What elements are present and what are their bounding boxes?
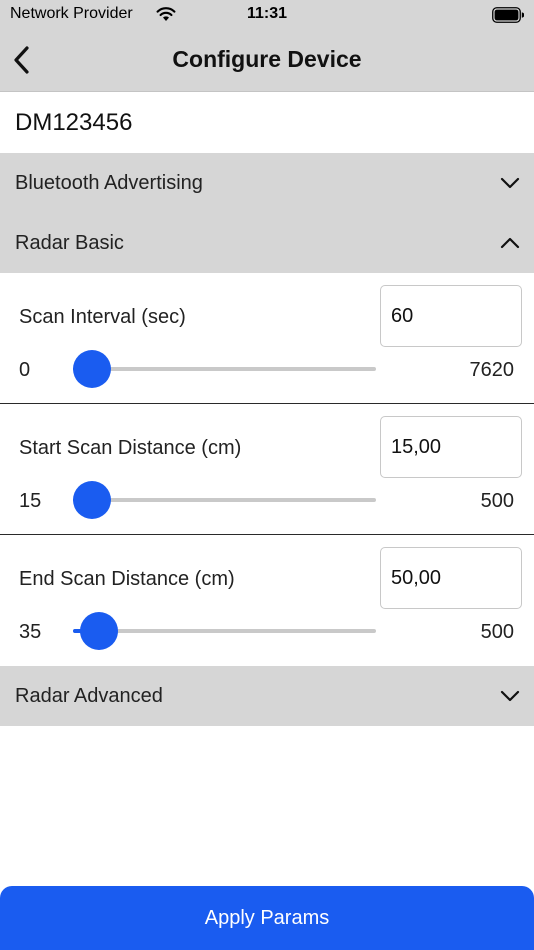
- slider-thumb[interactable]: [79, 612, 118, 650]
- slider-thumb[interactable]: [73, 350, 111, 388]
- section-radar-advanced[interactable]: Radar Advanced: [0, 666, 534, 726]
- device-id: DM123456: [15, 108, 133, 136]
- page-title: Configure Device: [172, 46, 362, 72]
- start-scan-distance-slider[interactable]: [73, 481, 376, 519]
- end-scan-distance-slider[interactable]: [73, 612, 376, 650]
- scan-interval-input[interactable]: [380, 285, 522, 347]
- chevron-down-icon: [500, 177, 520, 189]
- scan-interval-slider[interactable]: [73, 350, 376, 388]
- section-label: Radar Advanced: [15, 684, 163, 707]
- section-label: Bluetooth Advertising: [15, 171, 203, 194]
- battery-full-icon: [492, 7, 524, 23]
- apply-params-button[interactable]: Apply Params: [0, 886, 534, 950]
- start-scan-distance-input[interactable]: [380, 416, 522, 478]
- slider-thumb[interactable]: [73, 481, 111, 519]
- param-label: End Scan Distance (cm): [19, 568, 235, 590]
- param-end-scan-distance: End Scan Distance (cm) 35 500: [0, 535, 534, 666]
- nav-header: Configure Device: [0, 30, 534, 92]
- status-bar: Network Provider 11:31: [0, 0, 534, 30]
- section-radar-basic[interactable]: Radar Basic: [0, 213, 534, 273]
- param-scan-interval: Scan Interval (sec) 0 7620: [0, 273, 534, 404]
- slider-max-label: 7620: [469, 359, 515, 381]
- chevron-down-icon: [500, 690, 520, 702]
- chevron-up-icon: [500, 237, 520, 249]
- end-scan-distance-input[interactable]: [380, 547, 522, 609]
- slider-min-label: 0: [19, 359, 31, 381]
- top-bar: Network Provider 11:31 Configure Device: [0, 0, 534, 92]
- slider-max-label: 500: [480, 490, 514, 512]
- param-start-scan-distance: Start Scan Distance (cm) 15 500: [0, 404, 534, 535]
- param-label: Scan Interval (sec): [19, 306, 186, 328]
- slider-min-label: 35: [19, 621, 42, 643]
- section-label: Radar Basic: [15, 231, 124, 254]
- section-bluetooth-advertising[interactable]: Bluetooth Advertising: [0, 153, 534, 213]
- status-time: 11:31: [246, 5, 288, 22]
- param-label: Start Scan Distance (cm): [19, 437, 242, 459]
- slider-max-label: 500: [480, 621, 514, 643]
- slider-min-label: 15: [19, 490, 42, 512]
